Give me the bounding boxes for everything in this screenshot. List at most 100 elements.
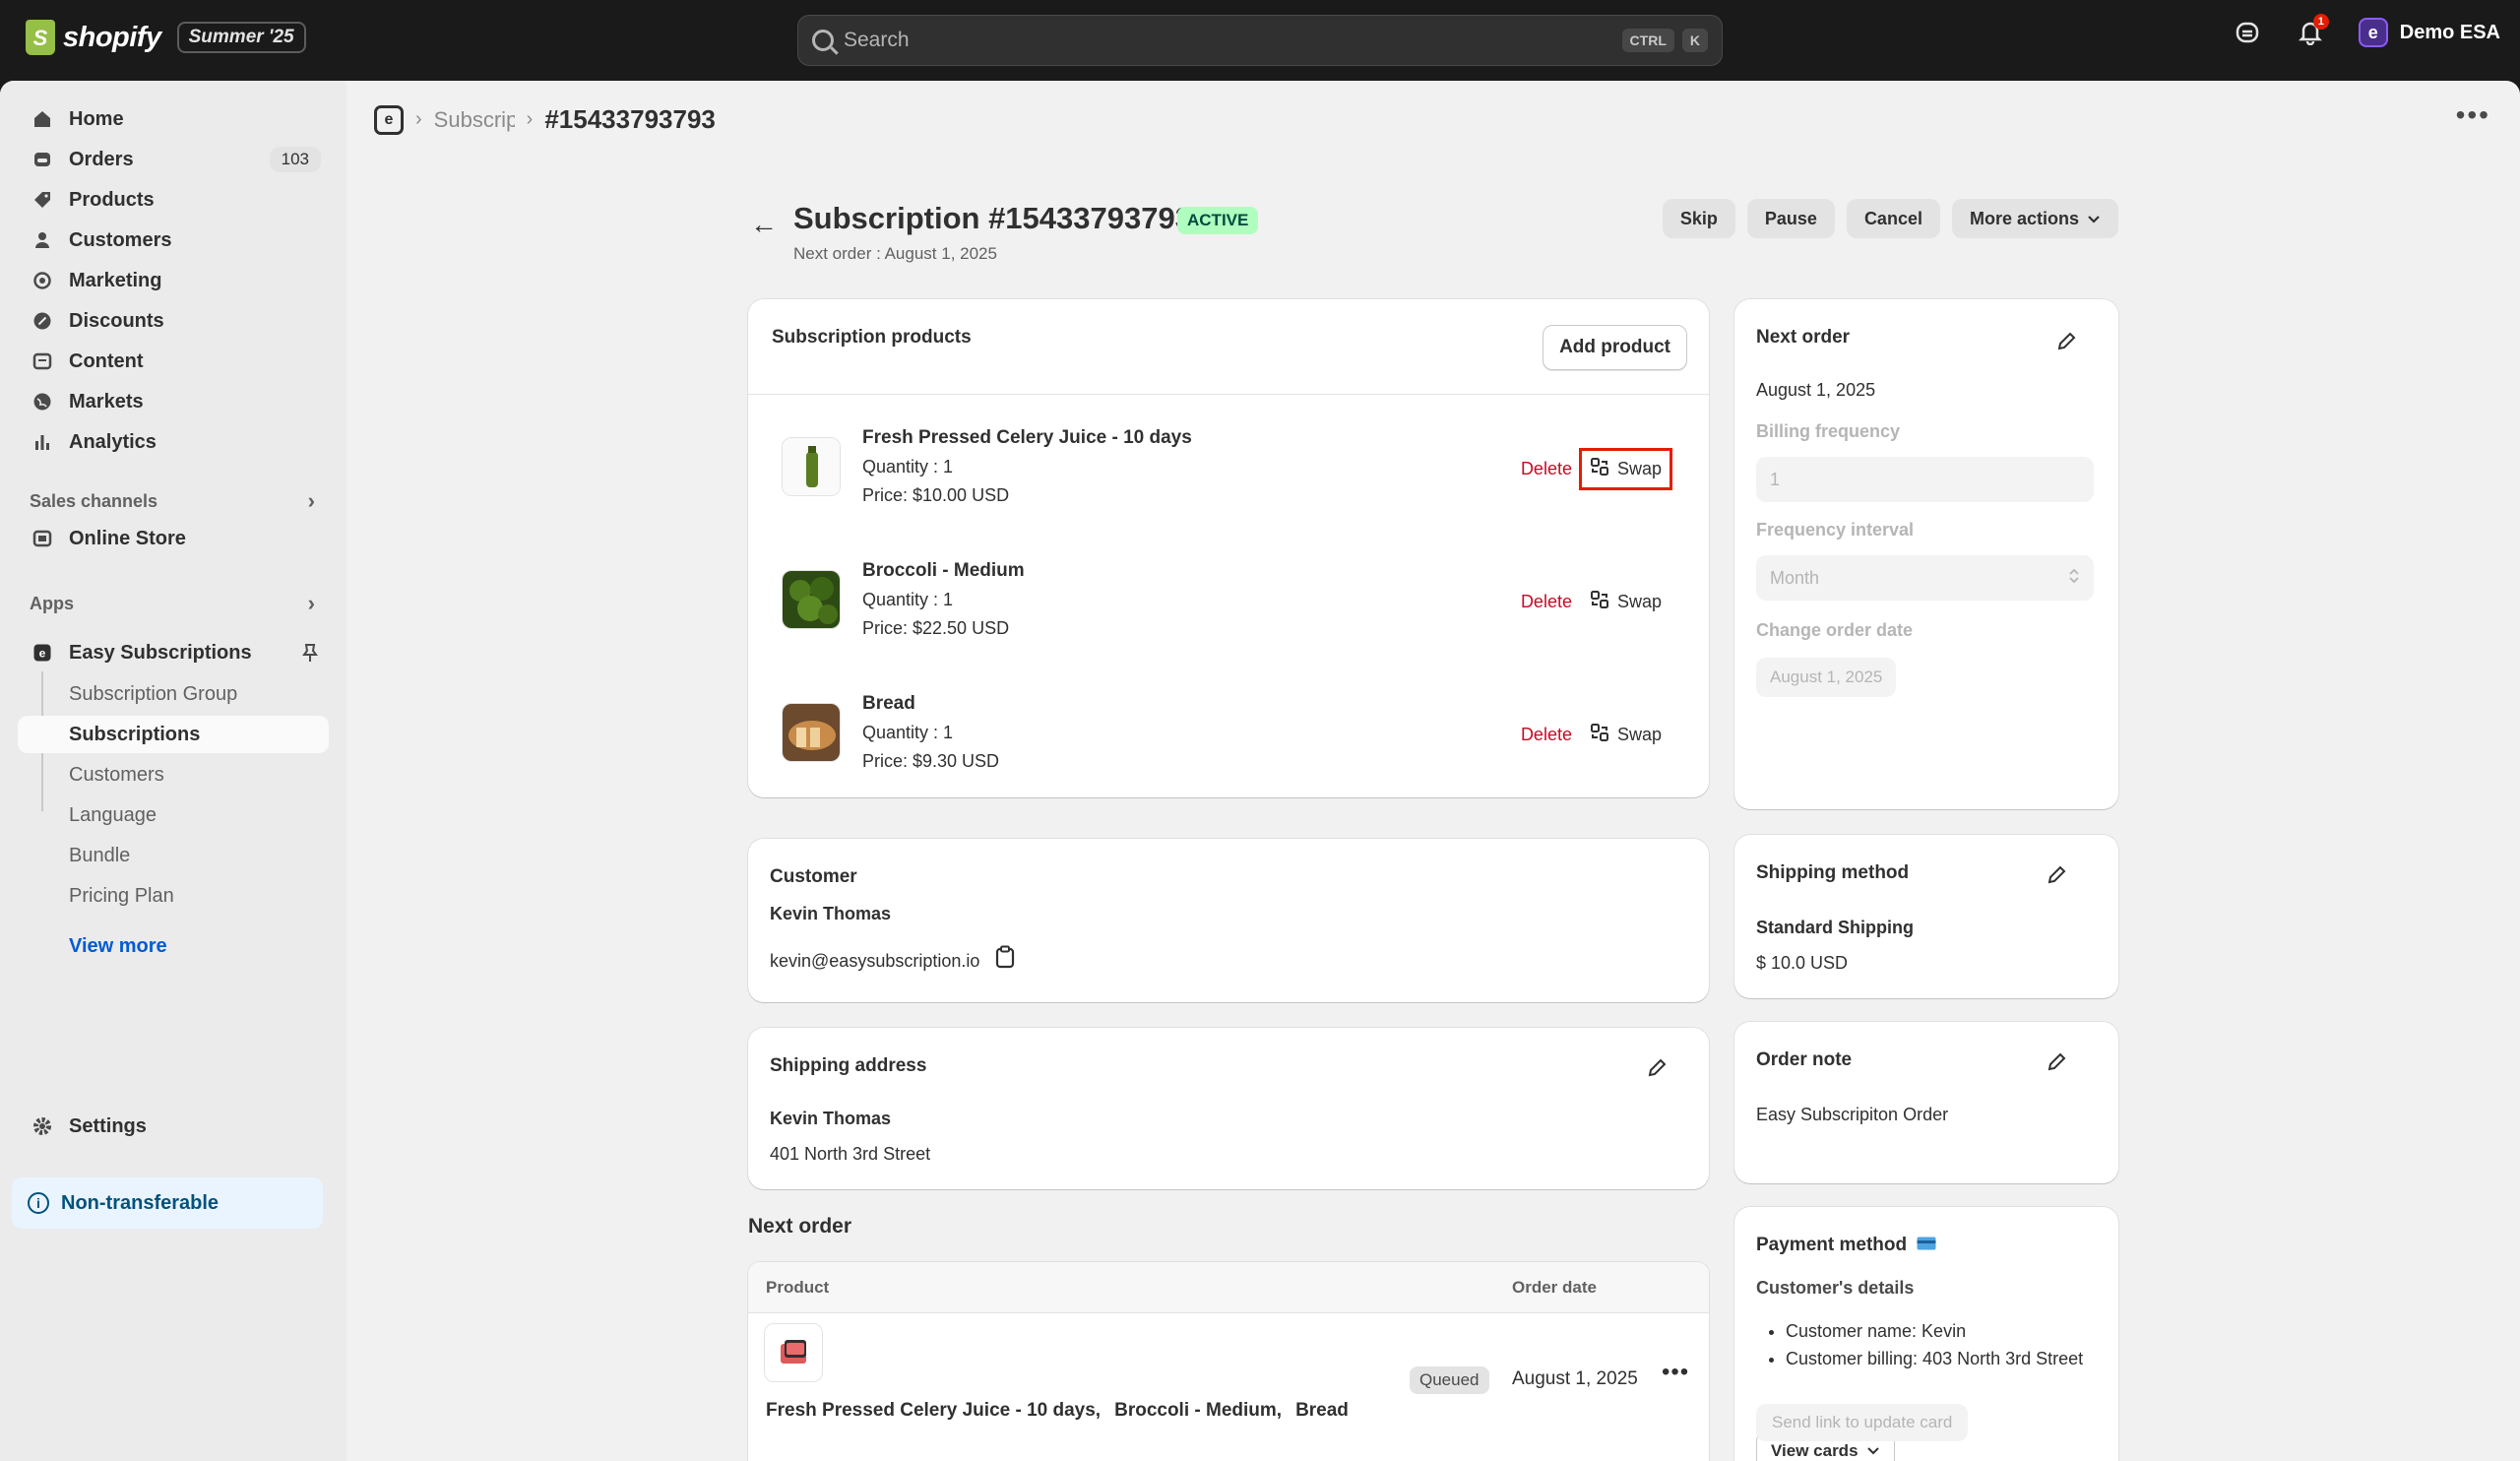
sidebar-subitem-subscriptions[interactable]: Subscriptions (18, 716, 329, 753)
edit-pencil-icon[interactable] (2046, 864, 2069, 888)
billing-frequency-input[interactable]: 1 (1756, 457, 2094, 502)
sidebar-item-orders[interactable]: Orders 103 (18, 141, 331, 178)
search-bar[interactable]: CTRL K (797, 15, 1723, 66)
home-icon (32, 108, 53, 130)
product-row: Broccoli - Medium Quantity : 1 Price: $2… (748, 548, 1709, 681)
delete-product-link[interactable]: Delete (1521, 725, 1572, 745)
frequency-interval-value: Month (1770, 567, 1820, 588)
order-status-badge: Queued (1410, 1366, 1489, 1394)
frequency-interval-label: Frequency interval (1756, 520, 1915, 540)
sales-channels-header[interactable]: Sales channels › (30, 488, 315, 514)
swap-icon (1590, 723, 1609, 747)
product-name: Bread (862, 693, 915, 714)
breadcrumb-parent-link[interactable]: Subscriptions (434, 107, 515, 133)
customer-detail-item: Customer billing: 403 North 3rd Street (1786, 1345, 2091, 1372)
sidebar-item-online-store[interactable]: Online Store (18, 520, 331, 557)
sidebar-item-content[interactable]: Content (18, 343, 331, 380)
sidebar-item-analytics[interactable]: Analytics (18, 423, 331, 461)
page-actions: Skip Pause Cancel More actions (1662, 199, 2118, 238)
sidebar-subitem-customers[interactable]: Customers (18, 756, 329, 794)
swap-product-button[interactable]: Swap (1582, 717, 1670, 753)
chevron-right-icon: › (307, 591, 315, 615)
edit-pencil-icon[interactable] (1646, 1057, 1670, 1081)
view-more-link[interactable]: View more (69, 935, 167, 958)
sidekick-icon[interactable] (2233, 18, 2262, 47)
order-product-name: Broccoli - Medium, (1114, 1400, 1283, 1421)
customer-detail-item: Customer name: Kevin (1786, 1317, 2091, 1345)
swap-product-button[interactable]: Swap (1578, 448, 1673, 490)
sidebar-item-discounts[interactable]: Discounts (18, 302, 331, 340)
sidebar-item-settings[interactable]: Settings (18, 1108, 331, 1145)
page-more-menu-icon[interactable]: ••• (2456, 101, 2490, 129)
sidebar-item-markets[interactable]: Markets (18, 383, 331, 420)
swap-label: Swap (1616, 725, 1662, 744)
swap-icon (1590, 590, 1609, 614)
non-transferable-banner[interactable]: i Non-transferable (12, 1177, 323, 1229)
info-icon: i (28, 1192, 49, 1214)
shipping-address-line: 401 North 3rd Street (770, 1144, 931, 1164)
sidebar-subitem-subscription-group[interactable]: Subscription Group (18, 675, 329, 713)
skip-button[interactable]: Skip (1662, 199, 1735, 238)
chart-icon (32, 431, 53, 453)
sidebar-item-easy-subscriptions[interactable]: e Easy Subscriptions (18, 634, 331, 671)
more-actions-button[interactable]: More actions (1951, 199, 2118, 238)
sidebar-item-home[interactable]: Home (18, 100, 331, 138)
sidebar-subitem-pricing-plan[interactable]: Pricing Plan (18, 877, 329, 915)
row-more-menu-icon[interactable]: ••• (1662, 1359, 1689, 1386)
clipboard-icon[interactable] (994, 945, 1016, 974)
card-title: Shipping address (770, 1055, 927, 1076)
send-update-card-link-button[interactable]: Send link to update card (1756, 1404, 1969, 1441)
breadcrumb: e › Subscriptions › #15433793793 (374, 104, 716, 135)
change-order-date-button[interactable]: August 1, 2025 (1756, 658, 1897, 697)
swap-label: Swap (1616, 592, 1662, 611)
next-order-table: Product Order date Fresh Pressed Celery … (748, 1262, 1709, 1461)
search-input[interactable] (844, 29, 1614, 52)
search-icon (812, 30, 834, 51)
delete-product-link[interactable]: Delete (1521, 459, 1572, 479)
shopify-logo[interactable]: shopify Summer '25 (26, 20, 306, 55)
notifications-bell-icon[interactable]: 1 (2296, 14, 2329, 47)
store-icon (32, 528, 53, 549)
shipping-method-name: Standard Shipping (1756, 918, 1914, 937)
pause-button[interactable]: Pause (1746, 199, 1835, 238)
store-menu-button[interactable]: e Demo ESA (2358, 18, 2500, 47)
sidebar-item-label: Orders (69, 148, 134, 170)
sidebar-item-label: Marketing (69, 269, 162, 291)
more-actions-label: More actions (1969, 208, 2079, 228)
order-product-name: Fresh Pressed Celery Juice - 10 days, (766, 1400, 1102, 1421)
sidebar-item-label: Content (69, 349, 144, 372)
customer-name: Kevin Thomas (770, 904, 892, 923)
product-name: Broccoli - Medium (862, 560, 1025, 581)
card-title: Order note (1756, 1049, 1853, 1070)
person-icon (32, 229, 53, 251)
sidebar-item-customers[interactable]: Customers (18, 222, 331, 259)
billing-frequency-label: Billing frequency (1756, 421, 1901, 441)
edit-pencil-icon[interactable] (2055, 331, 2079, 354)
add-product-button[interactable]: Add product (1543, 325, 1687, 370)
back-arrow-icon[interactable]: ← (750, 209, 778, 240)
pin-icon[interactable] (301, 643, 319, 668)
tag-icon (32, 189, 53, 211)
product-quantity: Quantity : 1 (862, 590, 954, 609)
frequency-interval-select[interactable]: Month (1756, 555, 2094, 601)
app-logo-icon[interactable]: e (374, 104, 404, 135)
sidebar-item-marketing[interactable]: Marketing (18, 262, 331, 299)
next-order-date: August 1, 2025 (1756, 380, 1876, 400)
delete-product-link[interactable]: Delete (1521, 592, 1572, 612)
sidebar-subitem-language[interactable]: Language (18, 796, 329, 834)
swap-product-button[interactable]: Swap (1582, 584, 1670, 620)
customer-details-label: Customer's details (1756, 1278, 1915, 1298)
sidebar-item-label: Analytics (69, 430, 157, 453)
sidebar-subitem-bundle[interactable]: Bundle (18, 837, 329, 874)
product-price: Price: $10.00 USD (862, 485, 1010, 505)
sidebar-item-products[interactable]: Products (18, 181, 331, 219)
non-transferable-label: Non-transferable (61, 1191, 220, 1214)
order-products-list: Fresh Pressed Celery Juice - 10 days, Br… (766, 1400, 1349, 1422)
table-header-row: Product Order date (748, 1262, 1709, 1313)
gear-icon (32, 1115, 53, 1137)
easy-subscriptions-app-icon: e (32, 642, 53, 664)
swap-icon (1590, 457, 1609, 481)
apps-header[interactable]: Apps › (30, 591, 315, 616)
edit-pencil-icon[interactable] (2046, 1051, 2069, 1075)
cancel-button[interactable]: Cancel (1846, 199, 1940, 238)
